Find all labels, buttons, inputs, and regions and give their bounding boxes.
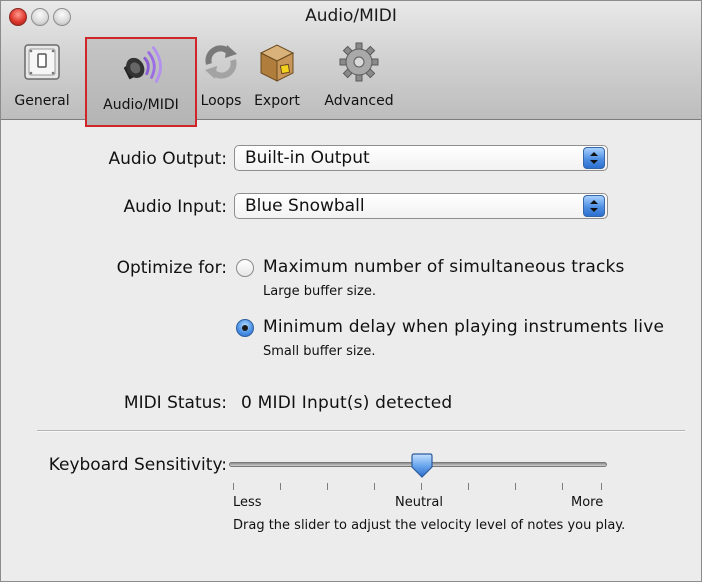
slider-tick — [233, 483, 234, 490]
audio-input-label: Audio Input: — [123, 197, 227, 217]
popup-arrows-icon — [583, 147, 605, 169]
sensitivity-help-text: Drag the slider to adjust the velocity l… — [233, 518, 626, 533]
radio-min-delay[interactable] — [236, 319, 254, 337]
audio-input-popup[interactable]: Blue Snowball — [234, 193, 608, 219]
divider — [37, 430, 685, 432]
midi-status-value: 0 MIDI Input(s) detected — [241, 393, 453, 413]
toolbar-label-export: Export — [254, 93, 300, 109]
option-min-delay-subtitle: Small buffer size. — [263, 344, 376, 359]
toolbar-label-loops: Loops — [200, 93, 242, 109]
slider-label-more: More — [571, 495, 604, 510]
slider-tick — [280, 483, 281, 490]
slider-label-less: Less — [233, 495, 262, 510]
slider-tick — [601, 483, 602, 490]
option-max-tracks-subtitle: Large buffer size. — [263, 284, 376, 299]
speaker-icon — [118, 41, 164, 91]
slider-tick — [327, 483, 328, 490]
option-max-tracks-title: Maximum number of simultaneous tracks — [263, 257, 625, 277]
toolbar-export[interactable]: Export — [245, 35, 309, 115]
radio-max-tracks[interactable] — [236, 259, 254, 277]
title-toolbar: Audio/MIDI General Audio/MIDI Loops Expo… — [1, 1, 701, 127]
audio-output-value: Built-in Output — [245, 148, 370, 168]
window-title: Audio/MIDI — [305, 6, 397, 26]
slider-label-neutral: Neutral — [395, 495, 443, 510]
toolbar-label-audio-midi: Audio/MIDI — [103, 97, 179, 113]
audio-output-popup[interactable]: Built-in Output — [234, 145, 608, 171]
switch-icon — [19, 37, 65, 87]
option-min-delay-title: Minimum delay when playing instruments l… — [263, 317, 665, 337]
toolbar-advanced[interactable]: Advanced — [313, 35, 405, 115]
toolbar-label-advanced: Advanced — [324, 93, 394, 109]
audio-output-label: Audio Output: — [108, 149, 227, 169]
optimize-label: Optimize for: — [116, 258, 227, 278]
loop-arrows-icon — [198, 37, 244, 87]
box-icon — [254, 37, 300, 87]
toolbar-audio-midi[interactable]: Audio/MIDI — [85, 37, 197, 127]
slider-tick — [468, 483, 469, 490]
toolbar-general[interactable]: General — [5, 35, 79, 115]
audio-input-value: Blue Snowball — [245, 196, 365, 216]
popup-arrows-icon — [583, 195, 605, 217]
gear-icon — [336, 37, 382, 87]
midi-status-label: MIDI Status: — [123, 393, 227, 413]
slider-tick — [421, 483, 422, 490]
slider-tick — [515, 483, 516, 490]
toolbar-loops[interactable]: Loops — [197, 35, 245, 115]
sensitivity-slider-thumb[interactable] — [410, 453, 434, 483]
preferences-window: Audio/MIDI General Audio/MIDI Loops Expo… — [0, 0, 702, 582]
keyboard-sensitivity-label: Keyboard Sensitivity: — [48, 455, 227, 475]
slider-tick — [562, 483, 563, 490]
slider-tick — [374, 483, 375, 490]
toolbar-label-general: General — [14, 93, 70, 109]
